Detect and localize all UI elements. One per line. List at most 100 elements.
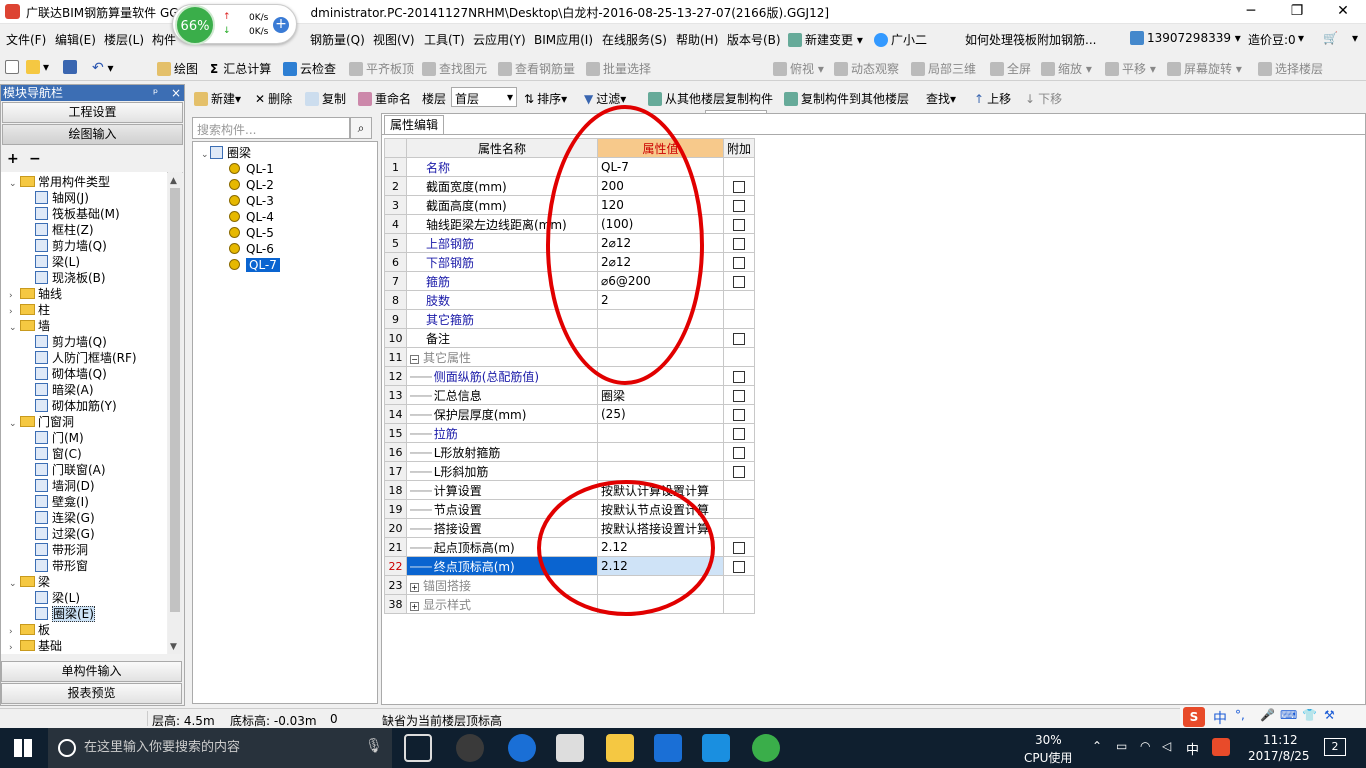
row-number[interactable]: 8 [384, 290, 407, 310]
row-number[interactable]: 9 [384, 309, 407, 329]
scroll-up-icon[interactable]: ▲ [170, 176, 177, 186]
copy-from-floor-button[interactable]: 从其他楼层复制构件 [648, 90, 773, 107]
nav-item[interactable]: 门联窗(A) [35, 462, 106, 478]
row-number[interactable]: 6 [384, 252, 407, 272]
row-number[interactable]: 23 [384, 575, 407, 595]
component-item[interactable]: QL-1 [229, 161, 274, 177]
keyboard-icon[interactable]: ⌨ [1280, 708, 1297, 722]
row-number[interactable]: 11 [384, 347, 407, 367]
save-icon[interactable] [63, 60, 80, 74]
nav-item[interactable]: 砌体墙(Q) [35, 366, 107, 382]
glodon-assistant-icon[interactable] [702, 734, 730, 762]
draw-button[interactable]: 绘图 [157, 60, 198, 77]
nav-item[interactable]: 连梁(G) [35, 510, 95, 526]
battery-icon[interactable]: ▭ [1116, 739, 1127, 753]
nav-folder[interactable]: › 板 [9, 622, 50, 638]
nav-item[interactable]: 窗(C) [35, 446, 82, 462]
wifi-icon[interactable]: ◠ [1140, 739, 1150, 753]
skin-icon[interactable]: 👕 [1302, 708, 1317, 722]
property-name[interactable]: − 其它属性 [406, 347, 598, 367]
nav-folder[interactable]: ⌄ 门窗洞 [9, 414, 74, 430]
row-number[interactable]: 21 [384, 537, 407, 557]
component-search-input[interactable]: 搜索构件... [192, 117, 350, 139]
extra-checkbox[interactable] [733, 465, 745, 478]
row-number[interactable]: 5 [384, 233, 407, 253]
fullscreen-button[interactable]: 全屏 [990, 60, 1031, 77]
browser-360-icon[interactable] [456, 734, 484, 762]
nav-folder[interactable]: › 柱 [9, 302, 50, 318]
property-row[interactable]: 13 ─── 汇总信息 圈梁 [384, 385, 756, 405]
menu-help[interactable]: 帮助(H) [676, 31, 718, 48]
nav-item[interactable]: 墙洞(D) [35, 478, 95, 494]
top-view-button[interactable]: 俯视 ▾ [773, 60, 824, 77]
row-number[interactable]: 14 [384, 404, 407, 424]
property-name[interactable]: ─── 拉筋 [406, 423, 598, 443]
row-number[interactable]: 7 [384, 271, 407, 291]
move-up-button[interactable]: ↑ 上移 [974, 90, 1011, 107]
nav-folder[interactable]: ⌄ 常用构件类型 [9, 174, 110, 190]
nav-item[interactable]: 圈梁(E) [35, 606, 95, 622]
row-number[interactable]: 1 [384, 157, 407, 177]
screen-rotate-button[interactable]: 屏幕旋转 ▾ [1167, 60, 1242, 77]
nav-folder[interactable]: › 轴线 [9, 286, 62, 302]
menu-assistant[interactable]: 广小二 [874, 31, 927, 48]
nav-item[interactable]: 带形窗 [35, 558, 88, 574]
group-toggle-icon[interactable]: + [410, 601, 419, 611]
drawing-input-button[interactable]: 绘图输入 [2, 124, 183, 145]
tree-root-ring-beam[interactable]: ⌄ 圈梁 [201, 145, 251, 161]
cost-beans-dropdown-icon[interactable]: ▾ [1298, 31, 1304, 45]
delete-button[interactable]: ✕ 删除 [255, 90, 292, 107]
widget-expand-icon[interactable]: + [273, 17, 289, 33]
component-item[interactable]: QL-2 [229, 177, 274, 193]
help-topic-link[interactable]: 如何处理筏板附加钢筋... [965, 31, 1096, 48]
ime-tools-icon[interactable]: ⚒ [1324, 708, 1335, 722]
expand-toggle-icon[interactable]: ⌄ [9, 416, 18, 432]
collapse-all-icon[interactable]: − [29, 151, 41, 167]
extra-checkbox[interactable] [733, 560, 745, 573]
property-value[interactable]: (25) [597, 404, 724, 424]
notification-center-icon[interactable]: 2 [1324, 738, 1346, 756]
menu-more-icon[interactable]: ▾ [1352, 31, 1358, 45]
nav-item[interactable]: 人防门框墙(RF) [35, 350, 137, 366]
component-item[interactable]: QL-7 [229, 257, 280, 273]
extra-checkbox[interactable] [733, 389, 745, 402]
network-speed-widget[interactable]: 66% ↑ ↓ 0K/s 0K/s + [172, 4, 297, 45]
memory-usage-indicator[interactable]: 66% [175, 5, 215, 45]
dynamic-view-button[interactable]: 动态观察 [834, 60, 899, 77]
extra-checkbox[interactable] [733, 446, 745, 459]
windows-start-icon[interactable] [14, 739, 32, 757]
volume-icon[interactable]: ◁ [1162, 739, 1171, 753]
row-number[interactable]: 10 [384, 328, 407, 348]
nav-item[interactable]: 剪力墙(Q) [35, 238, 107, 254]
copy-to-floor-button[interactable]: 复制构件到其他楼层 [784, 90, 909, 107]
sogou-ime-icon[interactable]: S [1183, 707, 1205, 727]
undo-icon[interactable]: ↶ ▾ [92, 60, 114, 76]
nav-folder[interactable]: › 基础 [9, 638, 62, 654]
property-name[interactable]: ─── 侧面纵筋(总配筋值) [406, 366, 598, 386]
new-file-icon[interactable] [5, 60, 22, 74]
taskbar-search-input[interactable]: 在这里输入你要搜索的内容 [48, 728, 392, 768]
property-row[interactable]: 14 ─── 保护层厚度(mm) (25) [384, 404, 756, 424]
select-floor-button[interactable]: 选择楼层 [1258, 60, 1323, 77]
property-value[interactable] [597, 442, 724, 462]
menu-edit[interactable]: 编辑(E) [55, 31, 96, 48]
row-number[interactable]: 12 [384, 366, 407, 386]
property-name[interactable]: ─── 保护层厚度(mm) [406, 404, 598, 424]
row-number[interactable]: 4 [384, 214, 407, 234]
ime-punctuation[interactable]: °, [1235, 708, 1245, 722]
extra-checkbox[interactable] [733, 237, 745, 250]
batch-select-button[interactable]: 批量选择 [586, 60, 651, 77]
cloud-check-button[interactable]: 云检查 [283, 60, 336, 77]
align-slab-top-button[interactable]: 平齐板顶 [349, 60, 414, 77]
pan-button[interactable]: 平移 ▾ [1105, 60, 1156, 77]
scrollbar-thumb[interactable] [170, 188, 180, 612]
floor-select[interactable]: 首层 ▾ [451, 87, 517, 107]
row-number[interactable]: 19 [384, 499, 407, 519]
user-account[interactable]: 13907298339 ▾ [1130, 31, 1241, 45]
partial-3d-button[interactable]: 局部三维 [911, 60, 976, 77]
menu-floor[interactable]: 楼层(L) [104, 31, 144, 48]
row-number[interactable]: 38 [384, 594, 407, 614]
property-row[interactable]: 17 ─── L形斜加筋 [384, 461, 756, 481]
menu-rebar-qty[interactable]: 钢筋量(Q) [310, 31, 365, 48]
sogou-tray-icon[interactable] [1212, 738, 1230, 756]
